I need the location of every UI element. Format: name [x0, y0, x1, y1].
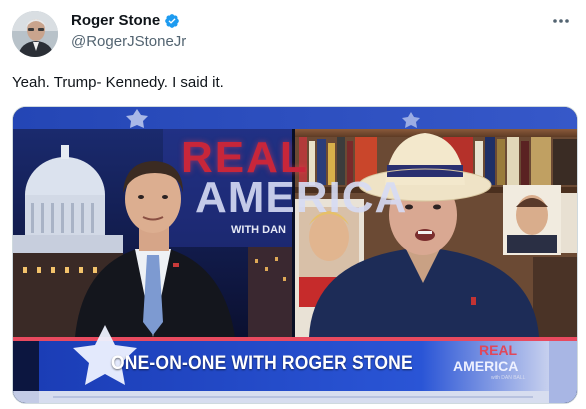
author-display-name[interactable]: Roger Stone: [71, 12, 160, 29]
more-options-icon: [553, 19, 569, 23]
corner-logo-america: AMERICA: [453, 358, 519, 374]
corner-logo-with: with DAN BALL: [491, 375, 526, 381]
tweet-card[interactable]: Roger Stone @RogerJStoneJr Yeah. Trump- …: [0, 0, 586, 409]
author-avatar[interactable]: [12, 11, 58, 57]
tweet-text: Yeah. Trump- Kennedy. I said it.: [12, 74, 224, 91]
author-handle[interactable]: @RogerJStoneJr: [71, 33, 186, 50]
verified-badge-icon[interactable]: [164, 13, 180, 29]
show-logo-america: AMERICA: [195, 173, 408, 222]
chyron-text: ONE-ON-ONE WITH ROGER STONE: [111, 353, 413, 374]
author-name-row: Roger Stone: [71, 12, 180, 29]
more-options-button[interactable]: [550, 10, 572, 32]
corner-logo-real: REAL: [479, 342, 518, 358]
avatar-image: [12, 11, 58, 57]
show-logo-with: WITH DAN: [231, 224, 286, 236]
tweet-media-image[interactable]: REAL AMERICA WITH DAN ONE-ON-ONE WITH RO…: [12, 106, 578, 404]
